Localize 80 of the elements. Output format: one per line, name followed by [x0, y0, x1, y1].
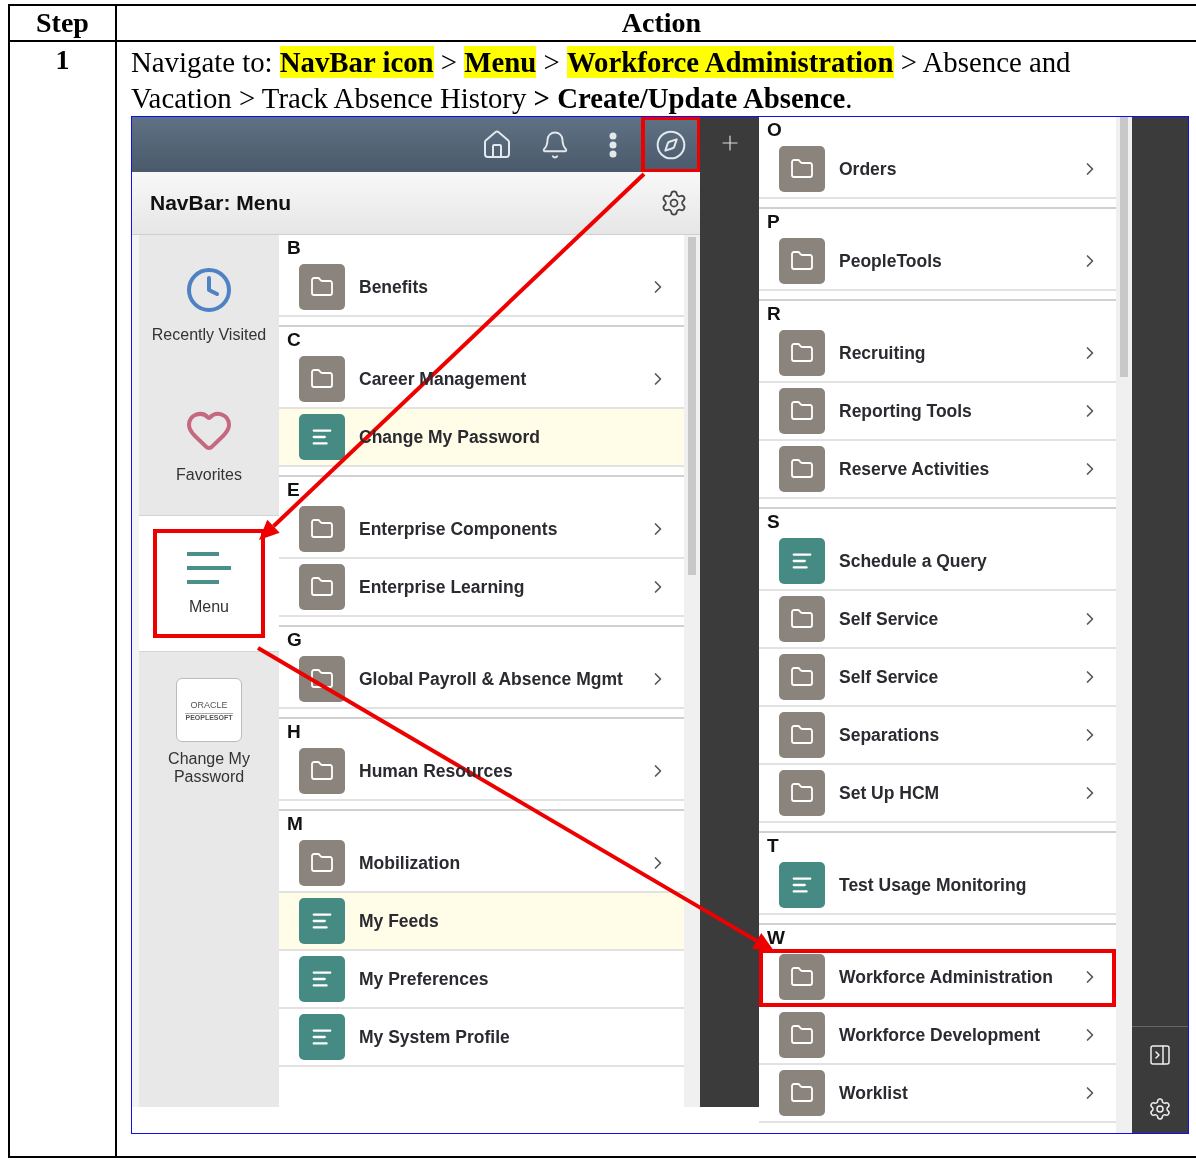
page-icon	[299, 898, 345, 944]
link-label: Test Usage Monitoring	[839, 874, 1028, 896]
link-label: My System Profile	[359, 1026, 511, 1048]
section-letter: H	[286, 721, 302, 743]
section-letter: C	[286, 329, 302, 351]
folder-icon	[299, 564, 345, 610]
section-letter: O	[766, 119, 783, 141]
panel-title: NavBar: Menu	[150, 191, 292, 215]
folder-icon	[299, 506, 345, 552]
link-label: Self Service	[839, 666, 940, 688]
link-label: Recruiting	[839, 342, 927, 364]
link-label: Worklist	[839, 1082, 909, 1104]
more-icon	[609, 131, 617, 158]
link-label: PeopleTools	[839, 250, 943, 272]
folder-link[interactable]: Workforce Administration	[759, 949, 1116, 1007]
page-icon	[299, 956, 345, 1002]
section-letter: M	[286, 813, 304, 835]
folder-icon	[299, 264, 345, 310]
folder-icon	[779, 654, 825, 700]
link-label: Orders	[839, 158, 898, 180]
link-label: Set Up HCM	[839, 782, 941, 804]
link-label: Workforce Development	[839, 1024, 1041, 1046]
folder-icon	[779, 596, 825, 642]
link-label: My Feeds	[359, 910, 440, 932]
compass-icon	[655, 128, 687, 161]
section-letter: R	[766, 303, 782, 325]
scrollbar[interactable]	[1120, 117, 1128, 377]
page-icon	[779, 862, 825, 908]
folder-icon	[779, 238, 825, 284]
page-icon	[779, 538, 825, 584]
folder-icon	[779, 712, 825, 758]
page-link[interactable]: My Feeds	[279, 893, 684, 951]
folder-icon	[779, 770, 825, 816]
folder-icon	[779, 446, 825, 492]
folder-icon	[779, 146, 825, 192]
folder-icon	[779, 388, 825, 434]
page-icon	[299, 1014, 345, 1060]
panel-icon[interactable]	[1148, 1043, 1172, 1067]
home-icon	[481, 128, 513, 161]
folder-icon	[299, 656, 345, 702]
clock-icon	[185, 266, 233, 314]
nav-item[interactable]: Menu	[139, 515, 279, 652]
section-letter: P	[766, 211, 781, 233]
column-header: Step	[9, 5, 116, 41]
folder-icon	[299, 748, 345, 794]
link-label: Mobilization	[359, 852, 462, 874]
section-letter: G	[286, 629, 303, 651]
logo-text: ORACLE	[190, 699, 228, 710]
folder-icon	[779, 330, 825, 376]
link-label: Separations	[839, 724, 941, 746]
folder-icon	[779, 1070, 825, 1116]
section-letter: W	[766, 927, 786, 949]
bell-icon	[540, 129, 570, 160]
link-label: Global Payroll & Absence Mgmt	[359, 668, 624, 690]
section-letter: S	[766, 511, 781, 533]
page-icon	[299, 414, 345, 460]
instruction-text: Navigate to: NavBar icon > Menu > Workforce Administration > Absence and Vacation > Track Absence History > Create/Update Absence.	[131, 45, 1072, 116]
settings-icon[interactable]	[660, 189, 688, 217]
section-letter: B	[286, 237, 302, 259]
folder-icon	[779, 954, 825, 1000]
step-number: 1	[9, 41, 116, 1157]
link-label: Reserve Activities	[839, 458, 991, 480]
link-label: Workforce Administration	[839, 966, 1054, 988]
folder-icon	[779, 1012, 825, 1058]
link-label: Reporting Tools	[839, 400, 973, 422]
link-label: Benefits	[359, 276, 430, 298]
settings-icon[interactable]	[1148, 1097, 1172, 1121]
link-label: Enterprise Components	[359, 518, 559, 540]
section-letter: E	[286, 479, 301, 501]
folder-icon	[299, 840, 345, 886]
link-label: My Preferences	[359, 968, 490, 990]
link-label: Enterprise Learning	[359, 576, 526, 598]
compass-button[interactable]	[642, 117, 700, 172]
scrollbar[interactable]	[688, 237, 696, 575]
section-letter: T	[766, 835, 780, 857]
link-label: Self Service	[839, 608, 940, 630]
link-label: Schedule a Query	[839, 550, 988, 572]
folder-icon	[299, 356, 345, 402]
column-header: Action	[116, 5, 1196, 41]
menu-icon	[185, 551, 233, 586]
